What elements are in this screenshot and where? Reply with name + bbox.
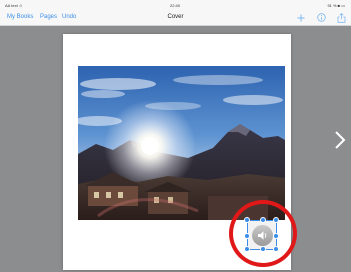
audio-object[interactable] [244, 217, 279, 252]
nav-bar: My Books Pages Undo Cover [0, 10, 351, 26]
speaker-icon [252, 225, 273, 246]
mountain-sun-photo [78, 66, 285, 220]
clock: 22:40 [170, 3, 181, 8]
chevron-right-icon [335, 131, 346, 149]
status-bar: AA text ☺ 22:40 91 % ■ ▭ [0, 0, 351, 10]
resize-handle-left[interactable] [244, 233, 250, 239]
info-icon[interactable] [316, 12, 326, 23]
next-page-arrow[interactable] [333, 130, 347, 150]
resize-handle-top-left[interactable] [244, 217, 250, 223]
resize-handle-bottom-left[interactable] [244, 246, 250, 252]
battery-indicator: 91 % ■ ▭ [327, 3, 345, 8]
resize-handle-bottom-right[interactable] [273, 246, 279, 252]
resize-handle-top-right[interactable] [273, 217, 279, 223]
cover-photo[interactable] [78, 66, 285, 220]
resize-handle-top[interactable] [260, 217, 266, 223]
carrier-label: AA text ☺ [5, 3, 23, 8]
resize-handle-right[interactable] [273, 233, 279, 239]
share-icon[interactable] [336, 12, 346, 23]
plus-icon[interactable] [296, 12, 306, 23]
resize-handle-bottom[interactable] [260, 246, 266, 252]
